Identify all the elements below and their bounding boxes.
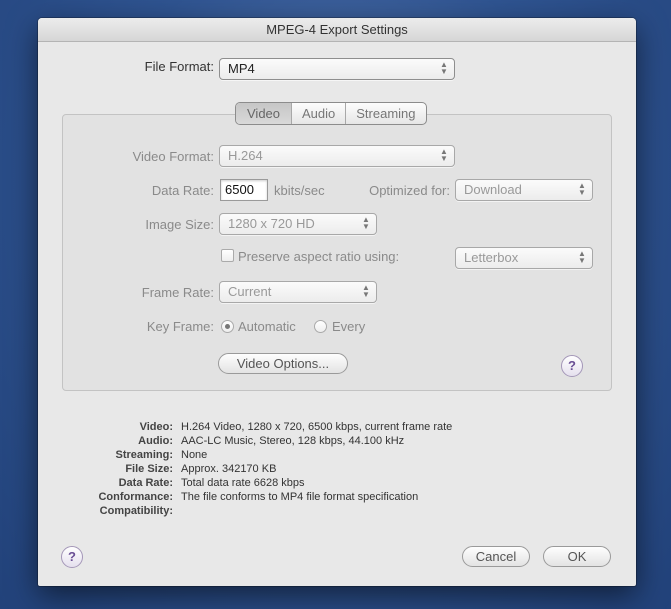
video-options-button[interactable]: Video Options... — [218, 353, 348, 374]
aspect-ratio-popup[interactable]: Letterbox ▲ ▼ — [455, 247, 593, 269]
preserve-aspect-checkbox[interactable] — [221, 249, 234, 262]
file-format-value: MP4 — [228, 61, 255, 76]
aspect-ratio-value: Letterbox — [464, 250, 519, 265]
preserve-aspect-label: Preserve aspect ratio using: — [238, 249, 400, 264]
optimized-for-label: Optimized for: — [369, 183, 450, 198]
key-frame-every-radio[interactable] — [314, 320, 327, 333]
export-settings-window: MPEG-4 Export Settings File Format: MP4 … — [38, 18, 636, 586]
data-rate-label: Data Rate: — [151, 183, 214, 198]
popup-arrows-icon: ▲ ▼ — [578, 249, 586, 265]
video-format-popup[interactable]: H.264 ▲ ▼ — [219, 145, 455, 167]
image-size-label: Image Size: — [145, 217, 214, 232]
frame-rate-popup[interactable]: Current ▲ ▼ — [219, 281, 377, 303]
summary-row: Compatibility: — [99, 505, 173, 517]
popup-arrows-icon: ▲ ▼ — [440, 147, 448, 163]
tab-video[interactable]: Video — [236, 103, 292, 124]
frame-rate-label: Frame Rate: — [141, 285, 214, 300]
popup-arrows-icon: ▲ ▼ — [440, 60, 448, 76]
summary-row: Streaming: None — [115, 449, 208, 461]
file-format-label: File Format: — [144, 59, 214, 74]
window-title: MPEG-4 Export Settings — [38, 18, 636, 42]
file-format-popup[interactable]: MP4 ▲ ▼ — [219, 58, 455, 80]
image-size-value: 1280 x 720 HD — [228, 216, 315, 231]
cancel-button[interactable]: Cancel — [462, 546, 530, 567]
ok-button[interactable]: OK — [543, 546, 611, 567]
summary-row: Audio: AAC-LC Music, Stereo, 128 kbps, 44… — [138, 435, 405, 447]
video-help-button[interactable]: ? — [561, 355, 583, 377]
data-rate-unit: kbits/sec — [274, 183, 325, 198]
help-button[interactable]: ? — [61, 546, 83, 568]
key-frame-automatic-label: Automatic — [238, 319, 296, 334]
key-frame-automatic-radio[interactable] — [221, 320, 234, 333]
summary-row: Conformance: The file conforms to MP4 fil… — [98, 491, 419, 503]
optimized-for-popup[interactable]: Download ▲ ▼ — [455, 179, 593, 201]
summary-row: File Size: Approx. 342170 KB — [125, 463, 277, 475]
popup-arrows-icon: ▲ ▼ — [362, 283, 370, 299]
data-rate-input[interactable]: 6500 — [220, 179, 268, 201]
tab-streaming[interactable]: Streaming — [345, 103, 425, 124]
frame-rate-value: Current — [228, 284, 272, 299]
optimized-for-value: Download — [464, 182, 522, 197]
video-format-label: Video Format: — [132, 149, 214, 164]
settings-tabs: Video Audio Streaming — [235, 102, 427, 125]
tab-audio[interactable]: Audio — [291, 103, 345, 124]
summary-row: Data Rate: Total data rate 6628 kbps — [118, 477, 305, 489]
key-frame-label: Key Frame: — [146, 319, 214, 334]
key-frame-every-label: Every — [332, 319, 366, 334]
video-format-value: H.264 — [228, 148, 263, 163]
popup-arrows-icon: ▲ ▼ — [362, 215, 370, 231]
settings-summary: Video: H.264 Video, 1280 x 720, 6500 kbps… — [78, 420, 452, 518]
summary-row: Video: H.264 Video, 1280 x 720, 6500 kbps… — [139, 421, 453, 433]
popup-arrows-icon: ▲ ▼ — [578, 181, 586, 197]
image-size-popup[interactable]: 1280 x 720 HD ▲ ▼ — [219, 213, 377, 235]
